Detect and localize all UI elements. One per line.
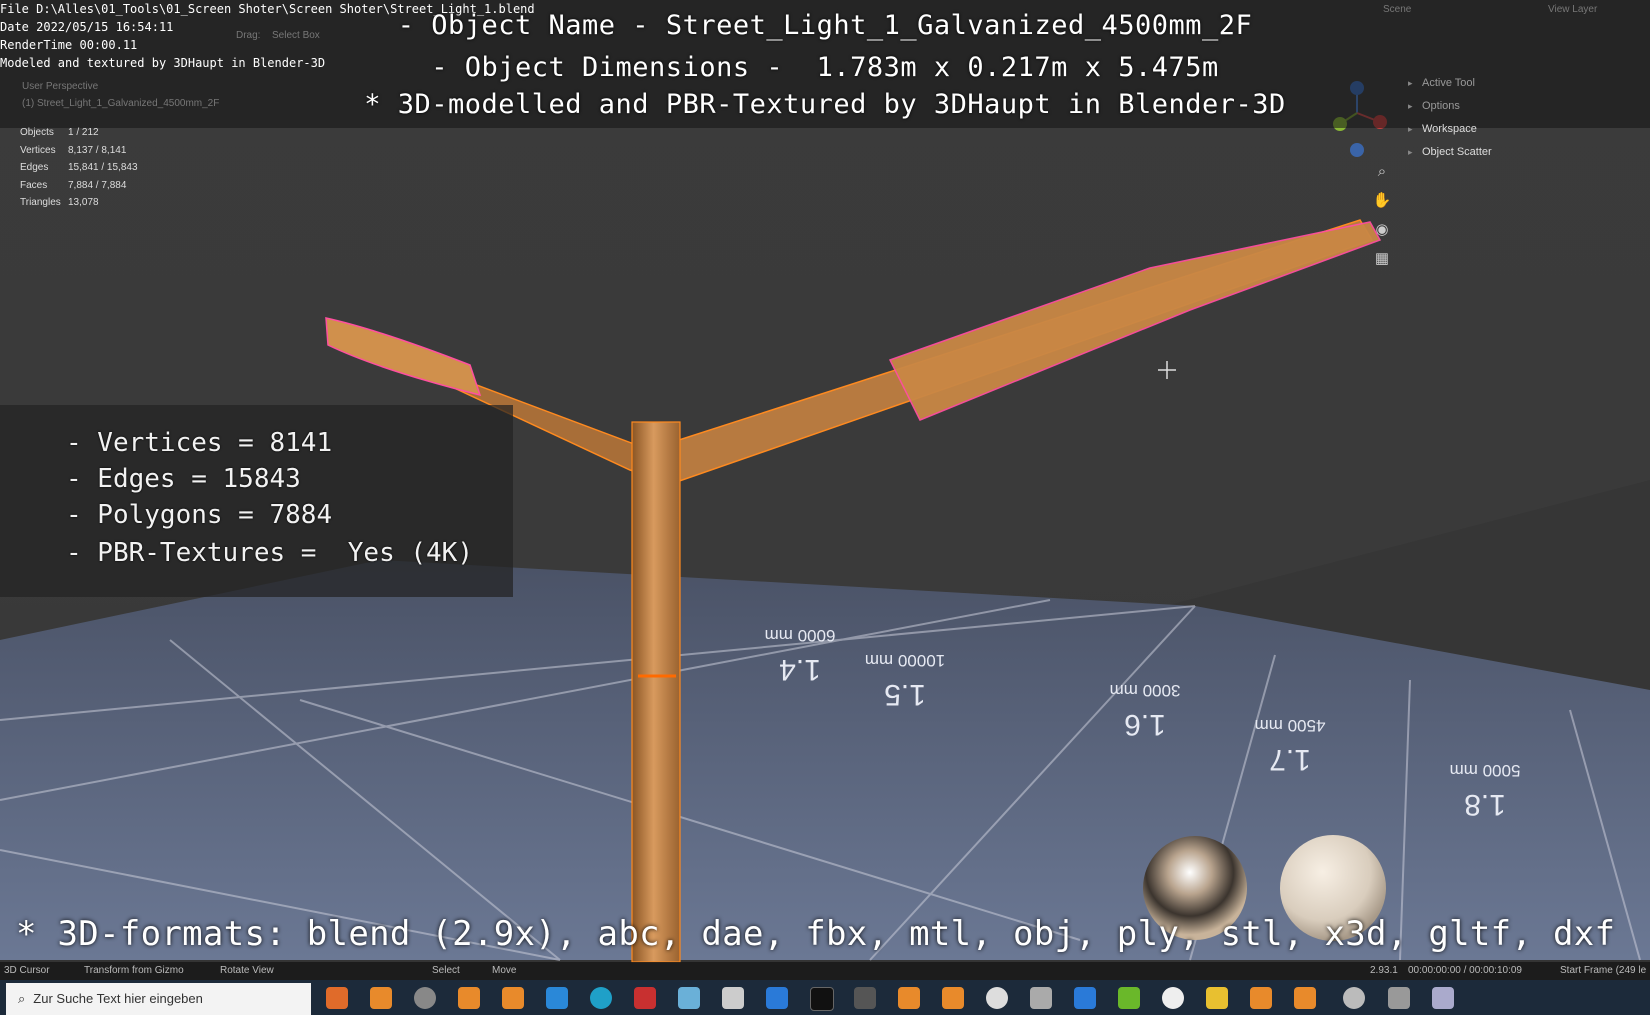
blender-icon[interactable] <box>898 987 920 1009</box>
floor-label-mm: 10000 mm <box>865 651 945 670</box>
app-icon[interactable] <box>722 987 744 1009</box>
floor-label-number: 1.5 <box>884 678 926 711</box>
panel-options[interactable]: Options <box>1400 95 1650 118</box>
taskbar-search[interactable]: ⌕ Zur Suche Text hier eingeben <box>6 983 311 1015</box>
app-icon[interactable] <box>1118 987 1140 1009</box>
settings-gear-icon[interactable] <box>1343 987 1365 1009</box>
pan-hand-icon[interactable]: ✋ <box>1370 189 1394 213</box>
status-rotate: Rotate View <box>220 965 274 976</box>
floor-label-mm: 5000 mm <box>1450 761 1521 780</box>
status-move: Move <box>492 965 517 976</box>
info-pbr-textures: - PBR-Textures = Yes (4K) <box>66 538 473 568</box>
zoom-icon[interactable]: ⌕ <box>1370 160 1394 184</box>
app-icon[interactable] <box>414 987 436 1009</box>
app-icon[interactable] <box>1388 987 1410 1009</box>
blender-icon[interactable] <box>458 987 480 1009</box>
grid-view-icon[interactable]: ▦ <box>1370 247 1394 271</box>
floor-label-mm: 6000 mm <box>765 626 836 645</box>
status-bar: 3D Cursor Transform from Gizmo Rotate Vi… <box>0 962 1650 980</box>
floor-label-number: 1.7 <box>1269 743 1311 776</box>
info-polygons: - Polygons = 7884 <box>66 500 333 530</box>
status-3d-cursor: 3D Cursor <box>4 965 50 976</box>
floor-label-mm: 3000 mm <box>1110 681 1181 700</box>
app-icon[interactable] <box>634 987 656 1009</box>
app-icon[interactable] <box>1432 987 1454 1009</box>
app-icon[interactable] <box>678 987 700 1009</box>
floor-label-number: 1.8 <box>1464 788 1506 821</box>
scene-statistics: Objects 1 / 212 Vertices 8,137 / 8,141 Edg… <box>20 124 138 212</box>
status-select: Select <box>432 965 460 976</box>
panel-active-tool[interactable]: Active Tool <box>1400 72 1650 95</box>
folder-icon[interactable] <box>1206 987 1228 1009</box>
terminal-icon[interactable] <box>810 987 834 1011</box>
info-edges: - Edges = 15843 <box>66 464 301 494</box>
pole-shaft <box>631 421 681 963</box>
blender-icon[interactable] <box>502 987 524 1009</box>
info-vertices: - Vertices = 8141 <box>66 428 333 458</box>
object-name: - Object Name - Street_Light_1_Galvanize… <box>397 10 1253 41</box>
search-icon: ⌕ <box>18 991 26 1006</box>
stat-row: Faces 7,884 / 7,884 <box>20 179 127 191</box>
status-time: 00:00:00:00 / 00:00:10:09 <box>1408 965 1522 976</box>
edge-browser-icon[interactable] <box>590 987 612 1009</box>
cube-icon[interactable] <box>1030 987 1052 1009</box>
stat-row: Vertices 8,137 / 8,141 <box>20 144 127 156</box>
search-placeholder: Zur Suche Text hier eingeben <box>33 991 203 1006</box>
floor-label-mm: 4500 mm <box>1255 716 1326 735</box>
floor-label-number: 1.6 <box>1124 708 1166 741</box>
app-icon[interactable] <box>854 987 876 1009</box>
app-icon[interactable] <box>766 987 788 1009</box>
formats-line: * 3D-formats: blend (2.9x), abc, dae, fb… <box>16 914 1616 954</box>
camera-icon[interactable]: ◉ <box>1370 218 1394 242</box>
blender-icon[interactable] <box>370 987 392 1009</box>
blender-icon[interactable] <box>1250 987 1272 1009</box>
floor-label-number: 1.4 <box>779 653 821 686</box>
blender-icon[interactable] <box>1294 987 1316 1009</box>
blender-icon[interactable] <box>942 987 964 1009</box>
calendar-icon[interactable] <box>1074 987 1096 1009</box>
stat-row: Edges 15,841 / 15,843 <box>20 162 138 173</box>
sidebar-panel: Active Tool Options Workspace Object Sca… <box>1400 72 1650 164</box>
mesh-info-box: - Vertices = 8141 - Edges = 15843 - Poly… <box>0 405 513 597</box>
status-transform: Transform from Gizmo <box>84 965 184 976</box>
panel-workspace[interactable]: Workspace <box>1400 118 1650 141</box>
stat-row: Triangles 13,078 <box>20 197 99 208</box>
mail-icon[interactable] <box>546 987 568 1009</box>
status-start-frame: Start Frame (249 le <box>1560 965 1647 976</box>
status-version: 2.93.1 <box>1370 965 1398 976</box>
firefox-icon[interactable] <box>326 987 348 1009</box>
app-icon[interactable] <box>1162 987 1184 1009</box>
stat-row: Objects 1 / 212 <box>20 127 99 138</box>
panel-object-scatter[interactable]: Object Scatter <box>1400 141 1650 164</box>
app-icon[interactable] <box>986 987 1008 1009</box>
